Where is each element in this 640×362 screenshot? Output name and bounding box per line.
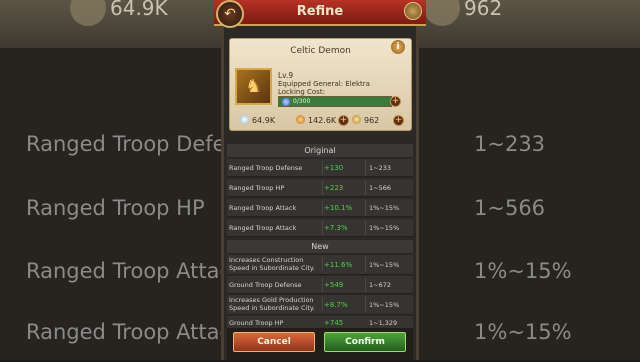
item-portrait: ♞	[235, 68, 272, 105]
plus-icon: +	[339, 115, 348, 125]
attribute-range: 1~566	[369, 184, 391, 192]
attribute-name: Ranged Troop Attack	[229, 224, 297, 232]
attribute-name: Ranged Troop Defense	[229, 164, 303, 172]
attribute-value: +223	[324, 184, 344, 192]
table-row: Ranged Troop HP +223 1~566	[227, 179, 413, 197]
attribute-value: +10.1%	[324, 204, 353, 212]
table-row: Increases Gold Production Speed in Subor…	[227, 295, 413, 315]
background-row-value: 1~233	[474, 132, 546, 156]
background-row-value: 1~566	[474, 196, 546, 220]
close-button[interactable]	[404, 2, 422, 20]
attribute-name: Ranged Troop Attack	[229, 204, 297, 212]
attribute-value: +130	[324, 164, 344, 172]
attribute-value: +7.3%	[324, 224, 348, 232]
attribute-range: 1%~15%	[369, 261, 400, 269]
background-row-label: Ranged Troop Attac	[26, 320, 232, 344]
locking-cost-value: 0/300	[293, 98, 311, 105]
coins-add-button[interactable]: +	[393, 115, 404, 126]
locking-add-button[interactable]: +	[390, 96, 401, 107]
background-row-label: Ranged Troop HP	[26, 196, 205, 220]
info-button[interactable]: i	[391, 40, 405, 54]
hammers-value: 142.6K	[308, 116, 337, 125]
attribute-range: 1~672	[369, 281, 391, 289]
attribute-name: Increases Gold Production Speed in Subor…	[229, 296, 315, 312]
table-row: Ranged Troop Attack +7.3% 1%~15%	[227, 219, 413, 237]
background-row-value: 1%~15%	[474, 320, 572, 344]
attribute-name: Increases Construction Speed in Subordin…	[229, 256, 315, 272]
back-button[interactable]: ↶	[216, 0, 244, 28]
coin-icon	[352, 115, 361, 124]
gems-resource: 64.9K	[240, 114, 275, 128]
plus-icon: +	[391, 96, 400, 106]
background-gems: 64.9K	[110, 0, 168, 20]
attribute-range: 1%~15%	[369, 204, 400, 212]
attribute-range: 1~233	[369, 164, 391, 172]
back-icon: ↶	[224, 6, 236, 22]
demon-icon: ♞	[245, 76, 262, 97]
attribute-range: 1%~15%	[369, 224, 400, 232]
table-row: Increases Construction Speed in Subordin…	[227, 255, 413, 275]
coin-icon	[424, 0, 460, 26]
attribute-name: Ranged Troop HP	[229, 184, 285, 192]
confirm-button[interactable]: Confirm	[324, 332, 406, 352]
attribute-value: +11.6%	[324, 261, 353, 269]
gems-value: 64.9K	[252, 116, 276, 125]
coins-resource: 962	[352, 114, 379, 128]
original-heading: Original	[227, 144, 413, 157]
hammers-resource: 142.6K	[296, 114, 336, 128]
table-row: Ranged Troop Attack +10.1% 1%~15%	[227, 199, 413, 217]
refine-header: Refine	[214, 0, 426, 26]
background-row-label: Ranged Troop Attac	[26, 259, 232, 283]
plus-icon: +	[394, 115, 403, 125]
background-row-label: Ranged Troop Defe	[26, 132, 226, 156]
item-level: Lv.9	[278, 71, 294, 80]
attribute-value: +8.7%	[324, 301, 348, 309]
attribute-name: Ground Troop Defense	[229, 281, 302, 289]
background-row-value: 1%~15%	[474, 259, 572, 283]
equipped-general: Equipped General: Elektra	[278, 80, 370, 88]
table-row: Ground Troop Defense +549 1~672	[227, 276, 413, 294]
gem-icon	[282, 98, 290, 106]
hammer-icon	[296, 115, 305, 124]
gem-icon	[240, 115, 249, 124]
page-title: Refine	[296, 4, 344, 19]
attribute-value: +549	[324, 281, 344, 289]
locking-cost-label: Locking Cost:	[278, 88, 325, 96]
table-row: Ranged Troop Defense +130 1~233	[227, 159, 413, 177]
item-name: Celtic Demon	[290, 46, 351, 56]
info-icon: i	[396, 42, 400, 52]
cancel-button[interactable]: Cancel	[233, 332, 315, 352]
coins-value: 962	[364, 116, 380, 125]
new-heading: New	[227, 240, 413, 253]
locking-cost-bar: 0/300	[278, 96, 392, 107]
attribute-range: 1%~15%	[369, 301, 400, 309]
hammers-add-button[interactable]: +	[338, 115, 349, 126]
background-coins: 962	[464, 0, 503, 20]
gem-icon	[70, 0, 106, 26]
